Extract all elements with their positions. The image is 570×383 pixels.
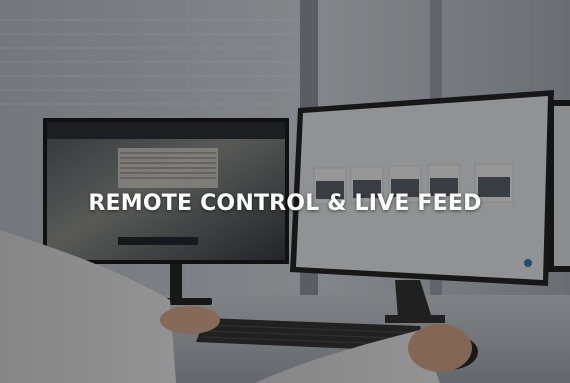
hero-banner: REMOTE CONTROL & LIVE FEED [0,0,570,383]
hero-title: REMOTE CONTROL & LIVE FEED [88,191,482,216]
